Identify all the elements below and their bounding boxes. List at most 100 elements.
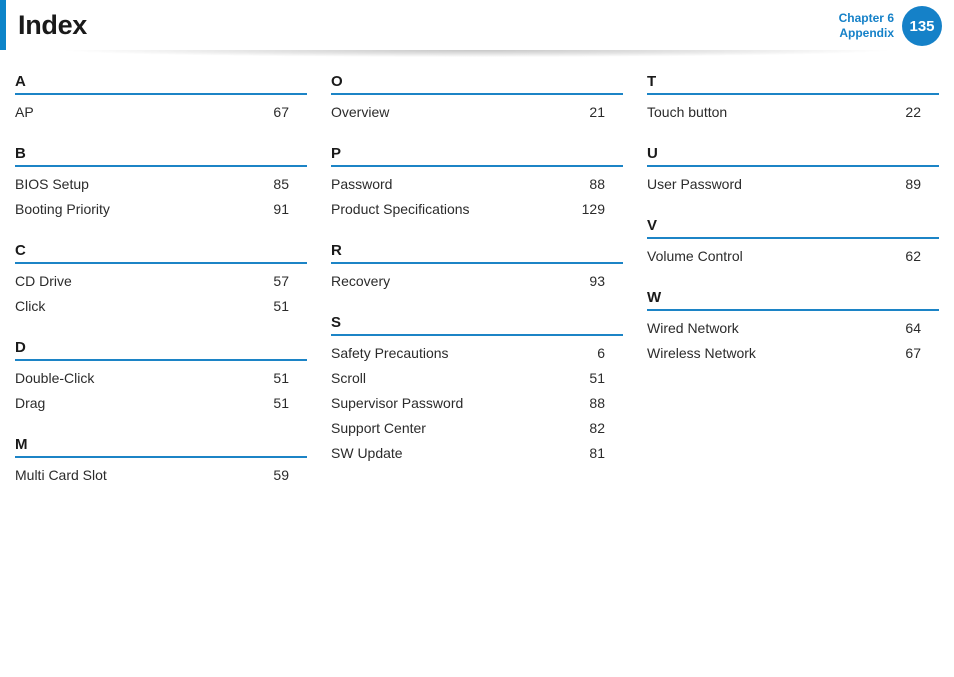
index-entry-label: Product Specifications [331,201,470,217]
page-header: Index Chapter 6 Appendix 135 [0,0,954,61]
entry-list: AP 67 [15,95,307,125]
header-accent-bar [0,0,6,50]
letter-group: B BIOS Setup 85 Booting Priority 91 [15,144,307,222]
index-entry[interactable]: CD Drive 57 [15,269,307,294]
index-entry[interactable]: Supervisor Password 88 [331,391,623,416]
index-entry-label: CD Drive [15,273,72,289]
index-entry[interactable]: Overview 21 [331,100,623,125]
letter-heading: U [647,144,939,167]
letter-heading: A [15,72,307,95]
entry-list: Double-Click 51 Drag 51 [15,361,307,416]
index-entry-page-number: 85 [273,176,289,192]
letter-group: W Wired Network 64 Wireless Network 67 [647,288,939,366]
entry-list: CD Drive 57 Click 51 [15,264,307,319]
index-entry-page-number: 22 [905,104,921,120]
index-entry-label: BIOS Setup [15,176,89,192]
index-entry-label: Wireless Network [647,345,756,361]
index-entry-label: Supervisor Password [331,395,464,411]
index-entry[interactable]: Booting Priority 91 [15,197,307,222]
index-entry-label: Safety Precautions [331,345,449,361]
letter-group: M Multi Card Slot 59 [15,435,307,488]
letter-heading: V [647,216,939,239]
index-entry[interactable]: User Password 89 [647,172,939,197]
index-entry-label: Drag [15,395,46,411]
entry-list: Safety Precautions 6 Scroll 51 Supervisor Pa… [331,336,623,466]
index-entry[interactable]: Support Center 82 [331,416,623,441]
index-column: A AP 67 B BIOS Setup 85 Booting Priority 91 C CD … [15,72,307,507]
index-entry[interactable]: Multi Card Slot 59 [15,463,307,488]
index-entry[interactable]: Wireless Network 67 [647,341,939,366]
entry-list: Overview 21 [331,95,623,125]
letter-heading: B [15,144,307,167]
index-entry[interactable]: Drag 51 [15,391,307,416]
index-entry-page-number: 82 [589,420,605,436]
index-entry-label: AP [15,104,34,120]
entry-list: BIOS Setup 85 Booting Priority 91 [15,167,307,222]
index-entry-page-number: 64 [905,320,921,336]
letter-group: D Double-Click 51 Drag 51 [15,338,307,416]
letter-group: S Safety Precautions 6 Scroll 51 Supervisor P… [331,313,623,466]
index-entry[interactable]: Volume Control 62 [647,244,939,269]
letter-group: P Password 88 Product Specifications 129 [331,144,623,222]
index-entry-label: Recovery [331,273,391,289]
index-entry[interactable]: BIOS Setup 85 [15,172,307,197]
index-entry-page-number: 59 [273,467,289,483]
index-entry[interactable]: AP 67 [15,100,307,125]
entry-list: Volume Control 62 [647,239,939,269]
letter-heading: D [15,338,307,361]
index-entry-page-number: 51 [273,370,289,386]
letter-heading: T [647,72,939,95]
index-entry[interactable]: SW Update 81 [331,441,623,466]
letter-heading: P [331,144,623,167]
index-entry-page-number: 88 [589,395,605,411]
entry-list: Touch button 22 [647,95,939,125]
index-entry[interactable]: Password 88 [331,172,623,197]
index-entry[interactable]: Double-Click 51 [15,366,307,391]
index-entry[interactable]: Scroll 51 [331,366,623,391]
index-column: O Overview 21 P Password 88 Product Specificat… [331,72,623,507]
letter-heading: M [15,435,307,458]
index-entry-label: Multi Card Slot [15,467,107,483]
index-entry[interactable]: Safety Precautions 6 [331,341,623,366]
index-entry-page-number: 67 [905,345,921,361]
index-entry-page-number: 93 [589,273,605,289]
letter-group: T Touch button 22 [647,72,939,125]
index-entry[interactable]: Click 51 [15,294,307,319]
chapter-label: Chapter 6 Appendix [839,11,894,41]
index-entry-page-number: 51 [589,370,605,386]
entry-list: Password 88 Product Specifications 129 [331,167,623,222]
letter-group: U User Password 89 [647,144,939,197]
index-entry-page-number: 81 [589,445,605,461]
index-entry[interactable]: Touch button 22 [647,100,939,125]
index-entry-page-number: 6 [597,345,605,361]
index-entry-page-number: 67 [273,104,289,120]
index-entry[interactable]: Recovery 93 [331,269,623,294]
letter-group: A AP 67 [15,72,307,125]
index-entry-label: User Password [647,176,742,192]
index-entry-label: Support Center [331,420,426,436]
index-entry-label: Click [15,298,46,314]
letter-group: R Recovery 93 [331,241,623,294]
page-title: Index [18,10,88,40]
index-entry-page-number: 62 [905,248,921,264]
letter-group: C CD Drive 57 Click 51 [15,241,307,319]
index-entry-page-number: 88 [589,176,605,192]
index-entry-page-number: 57 [273,273,289,289]
letter-heading: O [331,72,623,95]
index-entry-page-number: 51 [273,298,289,314]
index-entry-label: Wired Network [647,320,739,336]
page-number-badge: 135 [902,6,942,46]
index-entry-label: Overview [331,104,390,120]
chapter-number-label: Chapter 6 [838,11,894,25]
index-entry-label: Password [331,176,393,192]
index-entry-label: Touch button [647,104,728,120]
index-entry[interactable]: Product Specifications 129 [331,197,623,222]
index-column: T Touch button 22 U User Password 89 V Volume C… [647,72,939,507]
header-chapter-indicator: Chapter 6 Appendix 135 [839,6,942,46]
header-shadow [0,50,954,61]
entry-list: User Password 89 [647,167,939,197]
index-entry-page-number: 51 [273,395,289,411]
index-entry-label: Double-Click [15,370,95,386]
index-entry[interactable]: Wired Network 64 [647,316,939,341]
index-entry-page-number: 91 [273,201,289,217]
